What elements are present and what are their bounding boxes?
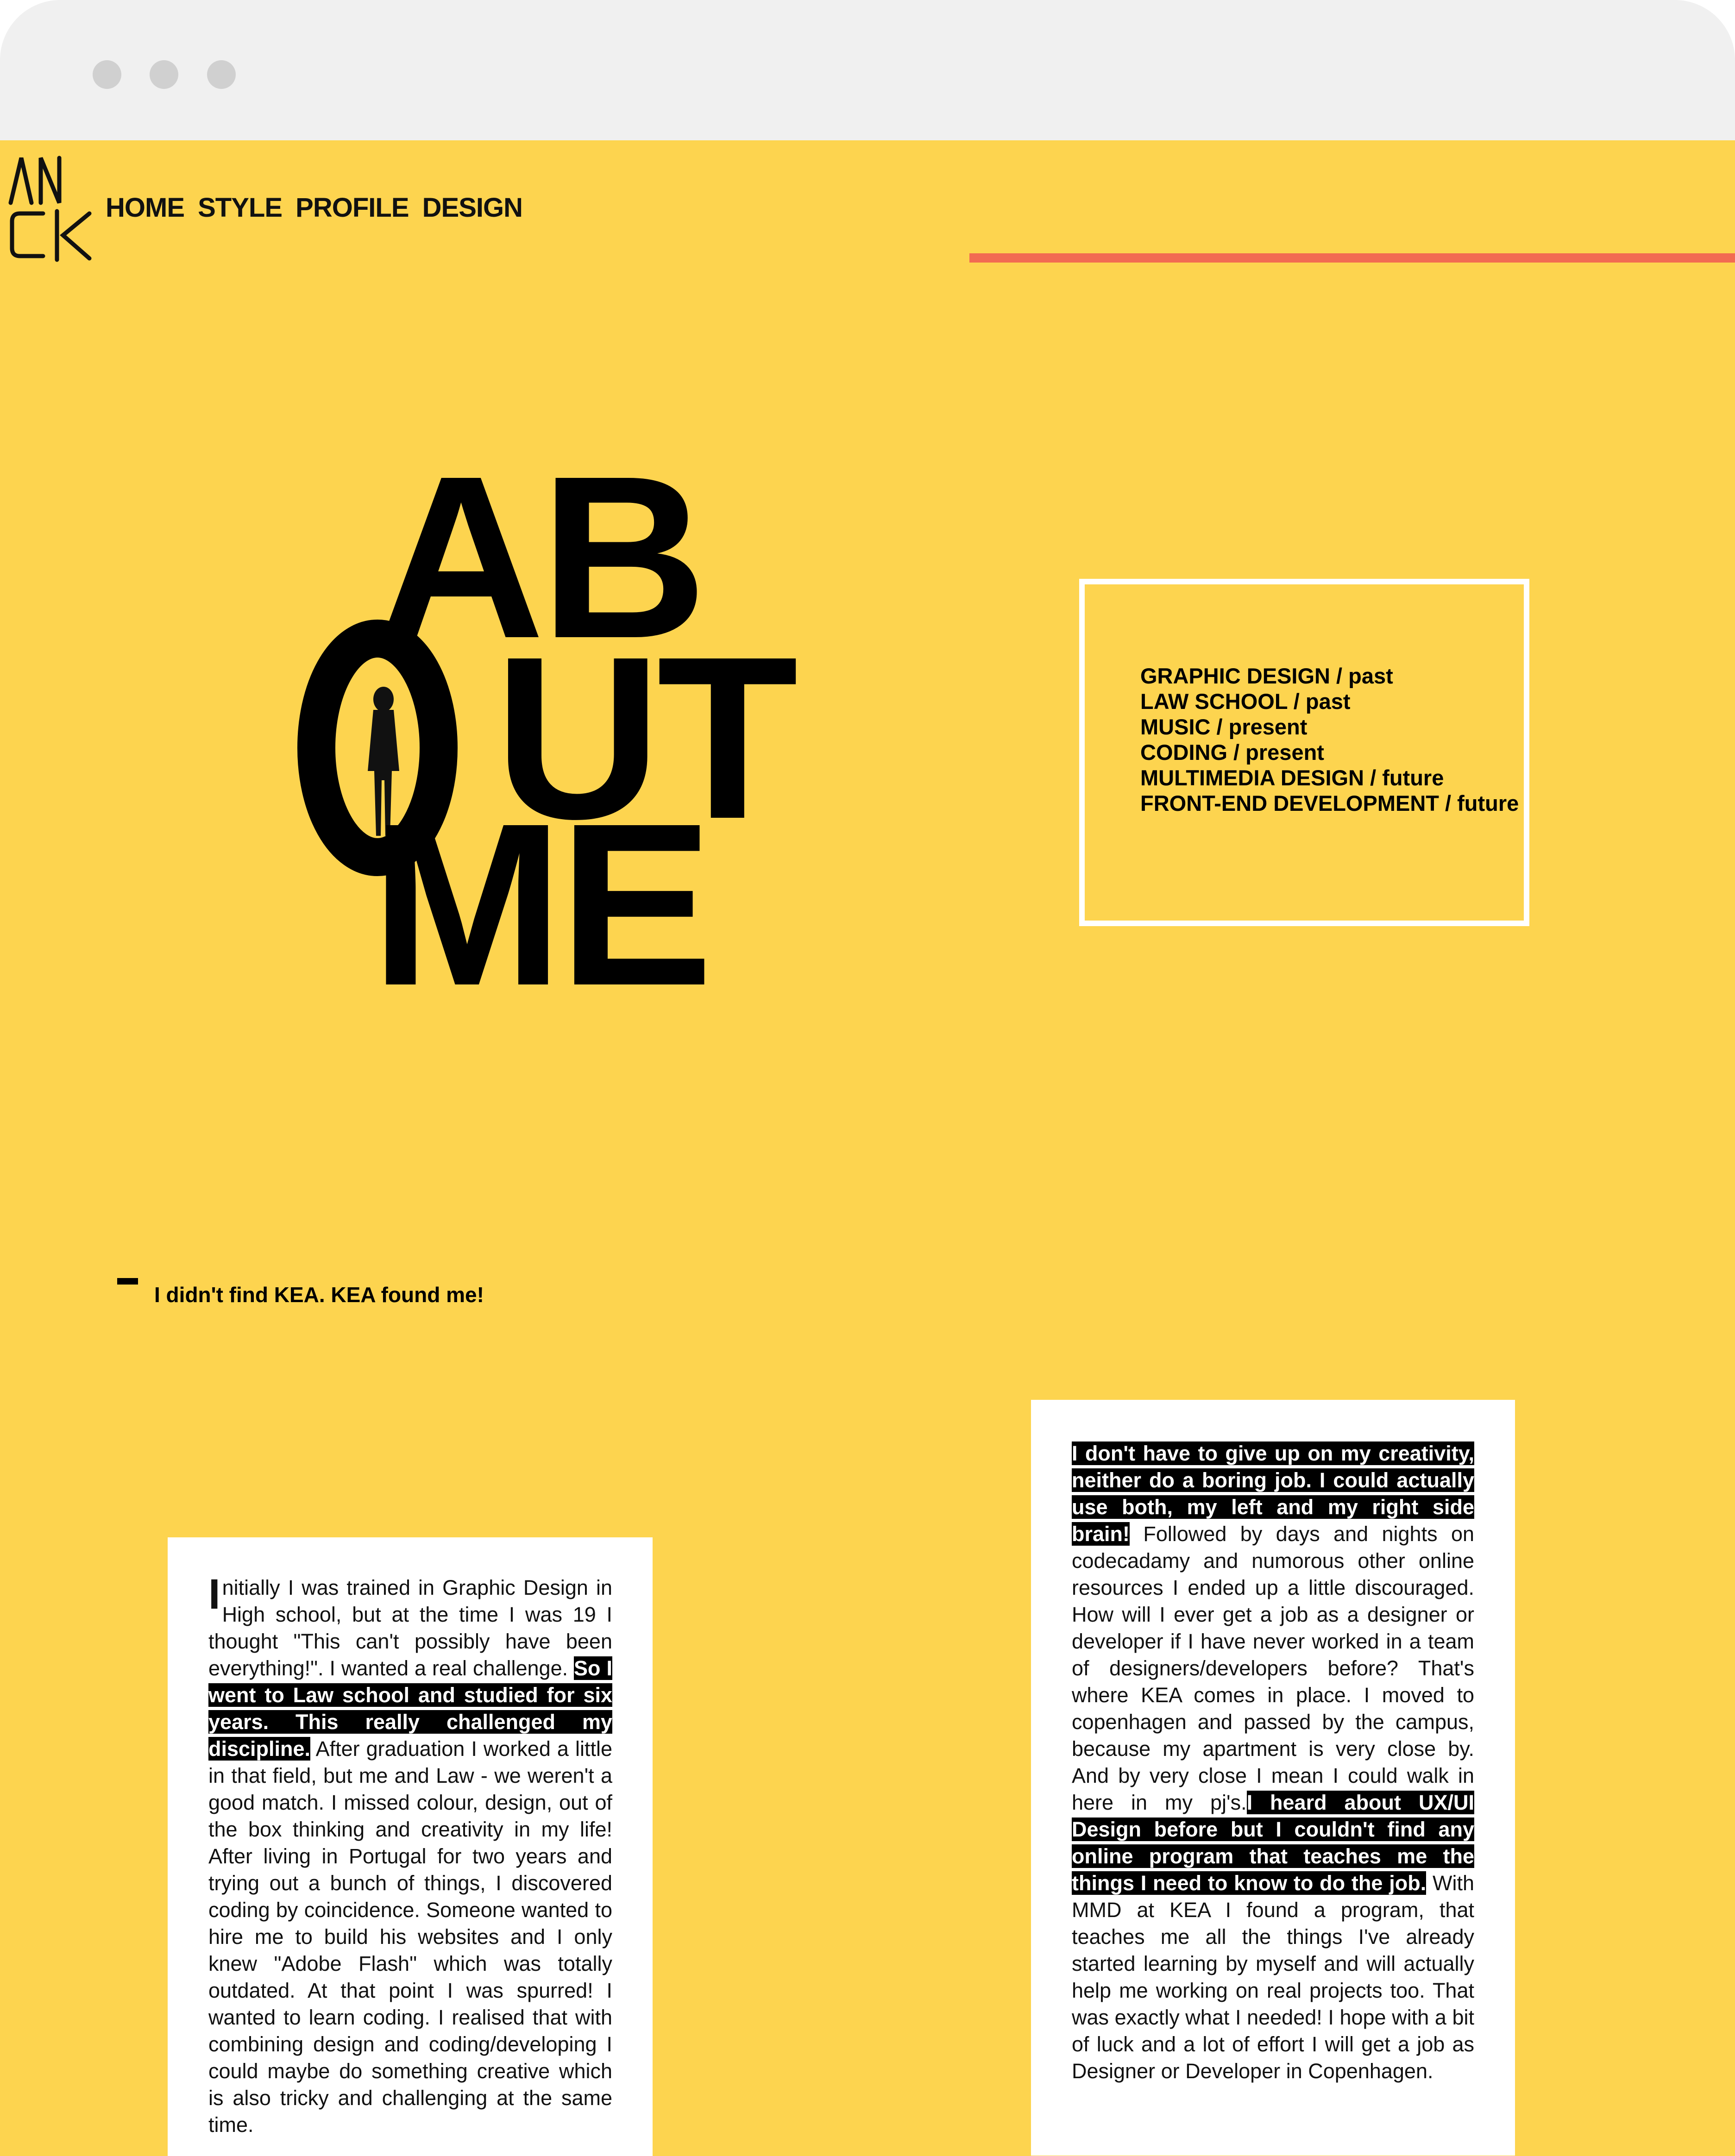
story-text: After graduation I worked a little in th… (208, 1737, 612, 2137)
skill-item: MUSIC / present (1140, 714, 1308, 739)
nav-style[interactable]: STYLE (198, 193, 283, 223)
skill-item: FRONT-END DEVELOPMENT / future (1140, 791, 1519, 815)
skill-item: MULTIMEDIA DESIGN / future (1140, 765, 1444, 790)
window-dot-minimize[interactable] (150, 60, 178, 89)
anck-logo-icon[interactable] (8, 151, 92, 262)
nav-home[interactable]: HOME (106, 193, 185, 223)
story-text: With MMD at KEA I found a program, that … (1072, 1871, 1474, 2083)
browser-chrome (0, 0, 1735, 144)
accent-divider (969, 253, 1735, 263)
story-text: nitially I was trained in Graphic Design… (208, 1576, 612, 1680)
quote-dash (117, 1278, 138, 1285)
window-dot-close[interactable] (93, 60, 121, 89)
story-text: Followed by days and nights on codecadam… (1072, 1522, 1474, 1814)
quote-text: I didn't find KEA. KEA found me! (154, 1283, 484, 1307)
story-card-right: I don't have to give up on my creativity… (1031, 1400, 1515, 2156)
window-dot-maximize[interactable] (207, 60, 236, 89)
nav-design[interactable]: DESIGN (422, 193, 523, 223)
story-card-left: Initially I was trained in Graphic Desig… (168, 1537, 653, 2156)
dropcap: I (208, 1571, 220, 1618)
skill-item: LAW SCHOOL / past (1140, 689, 1351, 714)
skill-item: GRAPHIC DESIGN / past (1140, 664, 1393, 688)
skills-box: GRAPHIC DESIGN / past LAW SCHOOL / past … (1079, 579, 1529, 926)
skill-item: CODING / present (1140, 740, 1324, 765)
about-page: HOME STYLE PROFILE DESIGN AB O UT ME GRA… (0, 140, 1735, 2156)
nav-profile[interactable]: PROFILE (295, 193, 409, 223)
hero-line-me: ME (371, 775, 713, 1034)
svg-text:O: O (296, 618, 297, 619)
main-nav: HOME STYLE PROFILE DESIGN (106, 192, 529, 223)
